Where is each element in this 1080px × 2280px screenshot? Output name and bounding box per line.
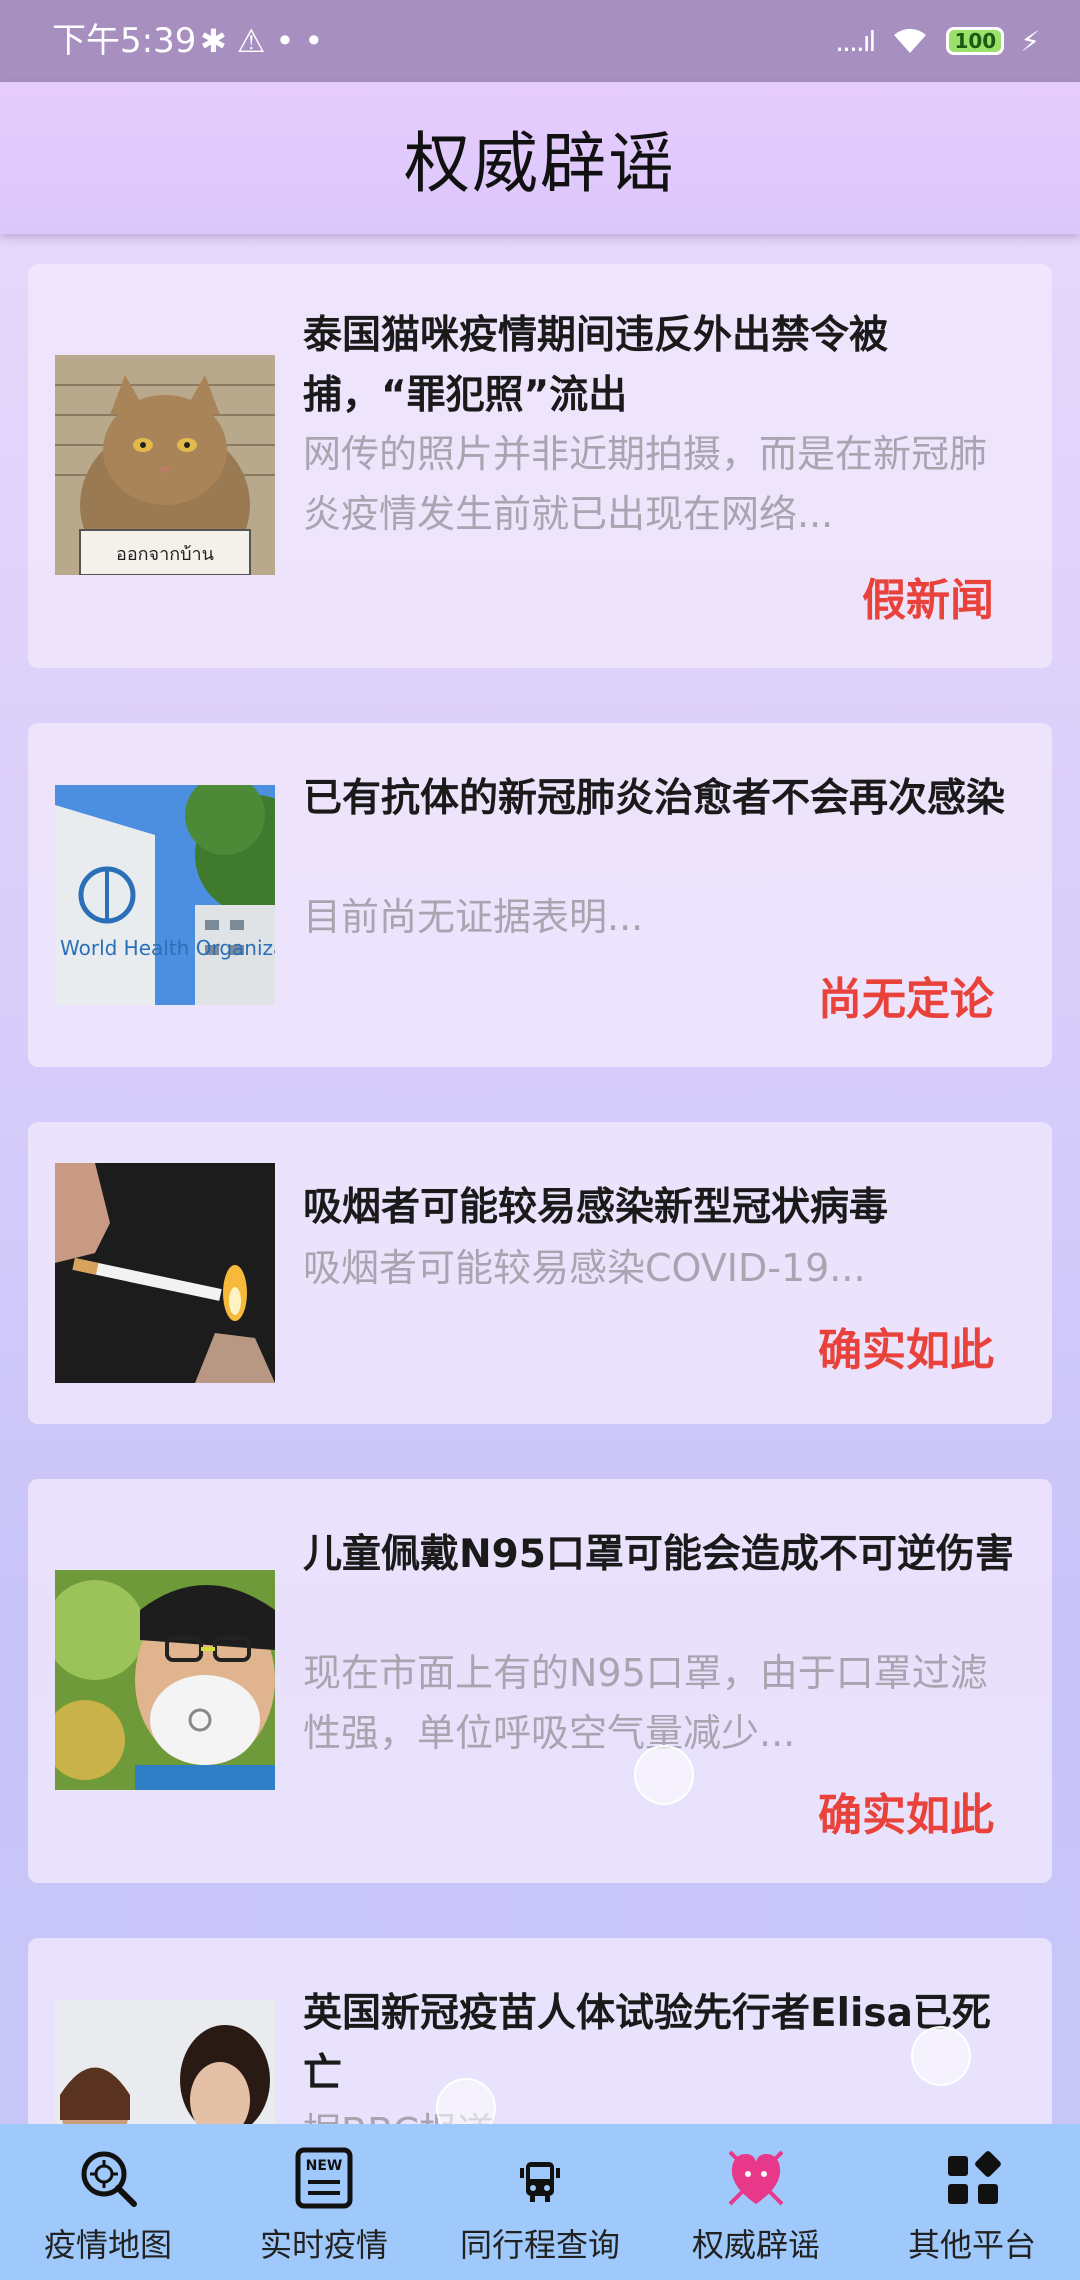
title-bar: 权威辟谣 [0, 82, 1080, 234]
nav-label: 实时疫情 [259, 2226, 388, 2264]
nav-label: 同行程查询 [459, 2226, 620, 2264]
verdict-label: 确实如此 [818, 1790, 994, 1841]
smoking-image [55, 1163, 275, 1383]
nav-item-realtime[interactable]: NEW 实时疫情 [216, 2124, 432, 2280]
verdict-label: 假新闻 [862, 575, 994, 626]
article-desc: 吸烟者可能较易感染COVID-19... [303, 1246, 866, 1290]
touch-indicator [911, 2026, 971, 2086]
article-feed[interactable]: ออกจากบ้าน 泰国猫咪疫情期间违反外出禁令被捕，“罪犯照”流出 网传的照… [0, 234, 1080, 2124]
article-title: 吸烟者可能较易感染新型冠状病毒 [303, 1185, 889, 1230]
touch-indicator [634, 1745, 694, 1805]
more-dots-icon: •• [275, 22, 334, 60]
article-card[interactable]: 英国新冠疫苗人体试验先行者Elisa已死亡 据BBC报道... [28, 1938, 1052, 2124]
bluetooth-icon: ✱ [200, 22, 237, 60]
nav-item-other-platforms[interactable]: 其他平台 [864, 2124, 1080, 2280]
article-desc: 网传的照片并非近期拍摄，而是在新冠肺炎疫情发生前就已出现在网络... [303, 432, 988, 536]
article-title: 儿童佩戴N95口罩可能会造成不可逆伤害 [303, 1532, 1014, 1577]
verdict-label: 确实如此 [818, 1325, 994, 1376]
bottom-nav: 疫情地图 NEW 实时疫情 同行程查询 权威辟谣 其他平台 [0, 2124, 1080, 2280]
article-title: 已有抗体的新冠肺炎治愈者不会再次感染 [303, 776, 1006, 821]
svg-text:NEW: NEW [306, 2158, 343, 2174]
rumor-buster-icon [728, 2150, 784, 2206]
article-card[interactable]: World Health Organization 已有抗体的新冠肺炎治愈者不会… [28, 723, 1052, 1067]
status-time: 下午5:39 [52, 21, 197, 61]
nav-item-rumor-buster[interactable]: 权威辟谣 [648, 2124, 864, 2280]
nav-label: 疫情地图 [43, 2226, 172, 2264]
child-mask-image [55, 1570, 275, 1790]
nav-label: 其他平台 [907, 2226, 1036, 2264]
verdict-label: 尚无定论 [818, 974, 994, 1025]
warning-icon: ⚠ [236, 22, 276, 60]
status-icons: ✱⚠•• [200, 20, 333, 62]
virus-search-icon [81, 2151, 137, 2207]
article-card[interactable]: 儿童佩戴N95口罩可能会造成不可逆伤害 现在市面上有的N95口罩，由于口罩过滤性… [28, 1479, 1052, 1883]
article-card[interactable]: ออกจากบ้าน 泰国猫咪疫情期间违反外出禁令被捕，“罪犯照”流出 网传的照… [28, 264, 1052, 668]
battery-indicator: 100 [946, 27, 1005, 55]
status-bar: 下午5:39 ✱⚠•• ....ıl 100 ⚡ [0, 0, 1080, 82]
news-icon: NEW [295, 2147, 353, 2209]
bus-icon [520, 2162, 560, 2202]
article-title: 泰国猫咪疫情期间违反外出禁令被捕，“罪犯照”流出 [303, 313, 889, 418]
apps-grid-icon [948, 2151, 1001, 2204]
cat-mugshot-image: ออกจากบ้าน [55, 355, 275, 575]
sign-text: ออกจากบ้าน [116, 544, 214, 565]
charging-icon: ⚡ [1020, 24, 1040, 58]
sign-text: World Health Organization [60, 936, 275, 960]
who-sign-image: World Health Organization [55, 785, 275, 1005]
page-title: 权威辟谣 [404, 125, 676, 202]
nav-item-epidemic-map[interactable]: 疫情地图 [0, 2124, 216, 2280]
article-desc: 据BBC报道... [303, 2102, 1023, 2124]
article-desc: 目前尚无证据表明... [303, 895, 644, 939]
nav-label: 权威辟谣 [691, 2226, 820, 2264]
nav-item-trip-query[interactable]: 同行程查询 [432, 2124, 648, 2280]
signal-icon: ....ıl [835, 24, 876, 58]
status-right: ....ıl 100 ⚡ [835, 20, 1040, 62]
wifi-icon [890, 23, 930, 59]
article-card[interactable]: 吸烟者可能较易感染新型冠状病毒 吸烟者可能较易感染COVID-19... 确实如… [28, 1122, 1052, 1424]
vaccine-trial-image [55, 2000, 275, 2124]
